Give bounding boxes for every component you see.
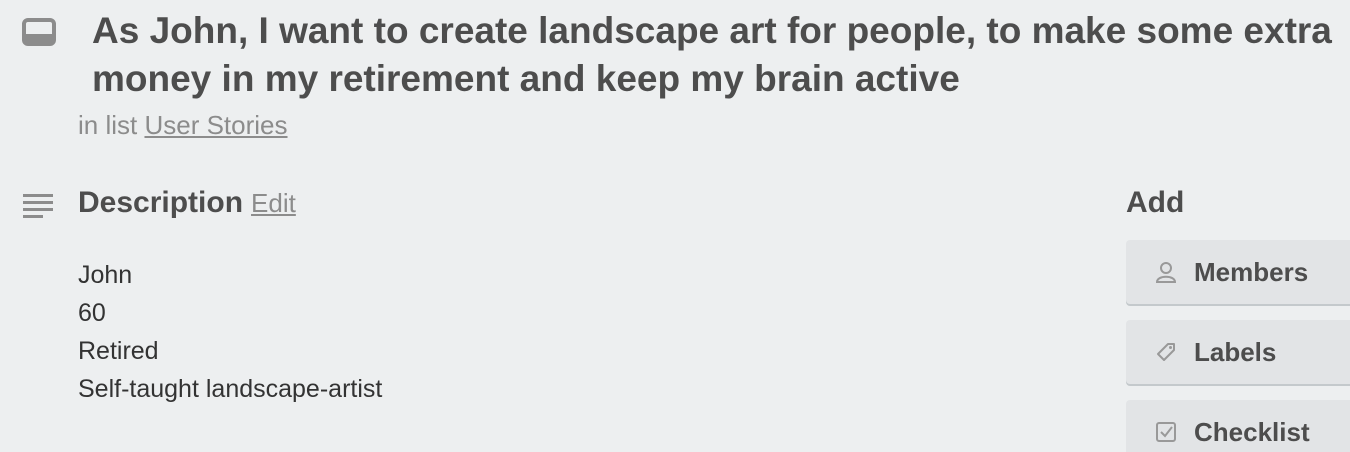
person-icon (1155, 262, 1177, 283)
description-heading: Description (78, 186, 244, 219)
labels-button[interactable]: Labels (1126, 320, 1350, 384)
description-line: Self-taught landscape-artist (78, 375, 383, 403)
checkbox-icon (1156, 422, 1176, 442)
labels-button-label: Labels (1194, 336, 1277, 367)
list-link[interactable]: User Stories (144, 110, 287, 140)
card-icon (22, 18, 56, 46)
card-title[interactable]: As John, I want to create landscape art … (92, 7, 1342, 103)
description-line: 60 (78, 299, 106, 327)
card-detail-window: As John, I want to create landscape art … (0, 0, 1350, 452)
add-heading: Add (1126, 186, 1185, 219)
description-icon (23, 194, 53, 218)
members-button[interactable]: Members (1126, 240, 1350, 304)
members-button-label: Members (1194, 256, 1309, 287)
checklist-button-label: Checklist (1194, 416, 1310, 447)
description-header: Description Edit (78, 186, 296, 220)
description-line: John (78, 261, 133, 289)
checklist-button[interactable]: Checklist (1126, 400, 1350, 452)
tag-icon (1157, 343, 1175, 361)
in-list-prefix: in list (78, 110, 145, 140)
in-list-text: in list User Stories (78, 110, 288, 141)
description-body[interactable]: John 60 Retired Self-taught landscape-ar… (78, 256, 382, 408)
description-line: Retired (78, 337, 159, 365)
description-edit-link[interactable]: Edit (251, 188, 296, 218)
